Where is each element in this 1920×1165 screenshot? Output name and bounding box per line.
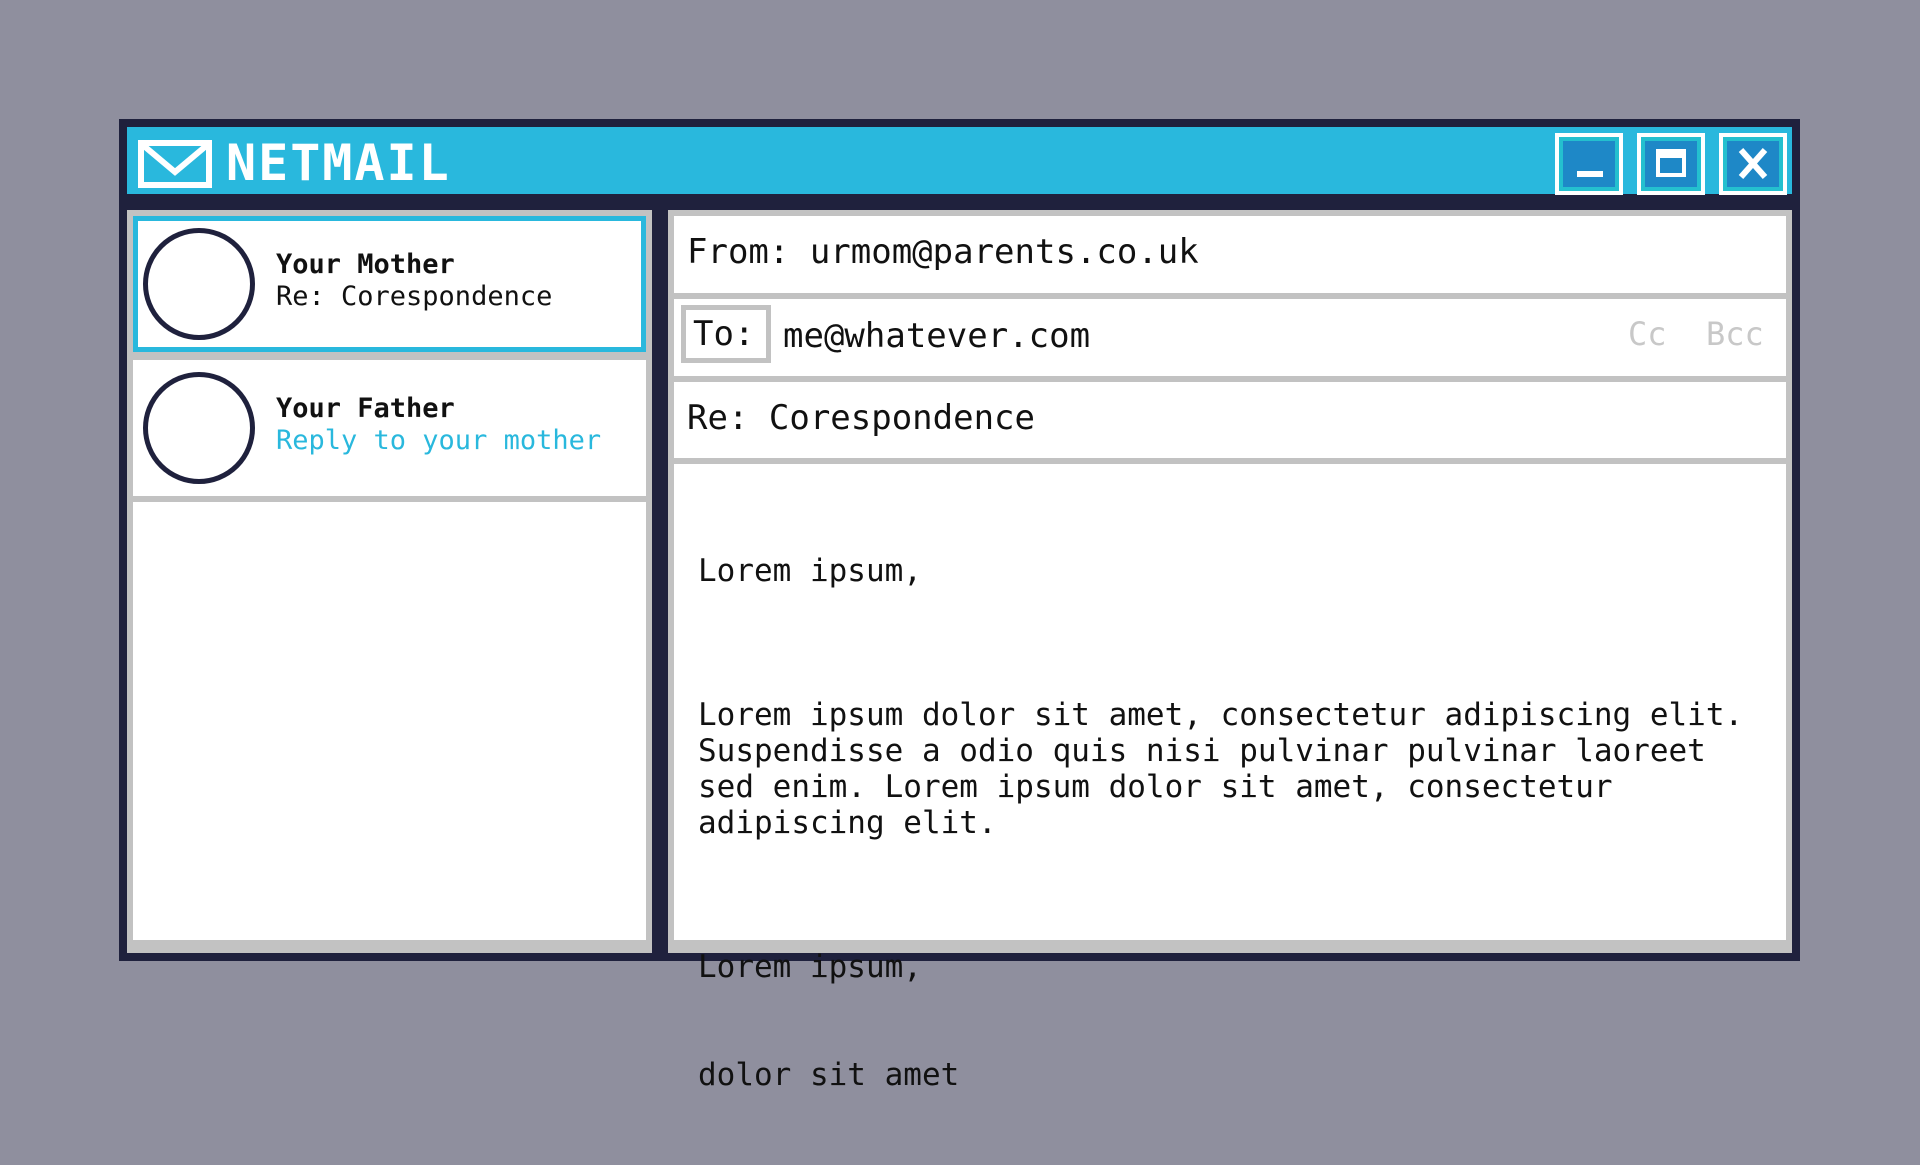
envelope-icon	[138, 140, 212, 188]
body-signoff-line-1: Lorem ipsum,	[698, 949, 922, 985]
subject-field[interactable]: Re: Corespondence	[674, 382, 1786, 458]
to-label: To:	[681, 305, 771, 363]
body-greeting: Lorem ipsum,	[698, 553, 922, 589]
body-signoff-line-2: dolor sit amet	[698, 1057, 960, 1093]
from-field: From: urmom@parents.co.uk	[674, 216, 1786, 293]
mail-subject: Reply to your mother	[276, 425, 602, 456]
avatar	[143, 372, 255, 484]
inbox-empty-area	[133, 502, 646, 940]
bcc-button[interactable]: Bcc	[1706, 315, 1764, 353]
cc-button[interactable]: Cc	[1628, 315, 1667, 353]
message-body-text: Lorem ipsum, Lorem ipsum dolor sit amet,…	[698, 481, 1768, 1165]
to-field[interactable]: To: me@whatever.com Cc Bcc	[674, 299, 1786, 376]
sender-name: Your Mother	[276, 249, 455, 280]
inbox-item-father[interactable]: Your Father Reply to your mother	[133, 360, 646, 496]
close-button[interactable]	[1719, 133, 1787, 195]
subject-text: Re: Corespondence	[687, 398, 1035, 438]
minimize-button[interactable]	[1555, 133, 1623, 195]
message-body[interactable]: Lorem ipsum, Lorem ipsum dolor sit amet,…	[674, 464, 1786, 1093]
maximize-button[interactable]	[1637, 133, 1705, 195]
avatar	[143, 228, 255, 340]
app-title: NETMAIL	[226, 134, 451, 192]
sender-name: Your Father	[276, 393, 455, 424]
body-paragraph: Lorem ipsum dolor sit amet, consectetur …	[698, 697, 1762, 841]
message-pane: From: urmom@parents.co.uk To: me@whateve…	[668, 210, 1792, 1093]
inbox-list: Your Mother Re: Corespondence Your Fathe…	[127, 210, 652, 953]
mail-window: NETMAIL Your Mother Re: Corespondence Yo…	[119, 119, 1800, 1093]
mail-subject: Re: Corespondence	[276, 281, 553, 312]
inbox-item-mother[interactable]: Your Mother Re: Corespondence	[133, 216, 646, 352]
title-bar[interactable]: NETMAIL	[127, 127, 1792, 195]
to-address[interactable]: me@whatever.com	[783, 316, 1090, 356]
from-address: From: urmom@parents.co.uk	[687, 232, 1199, 272]
